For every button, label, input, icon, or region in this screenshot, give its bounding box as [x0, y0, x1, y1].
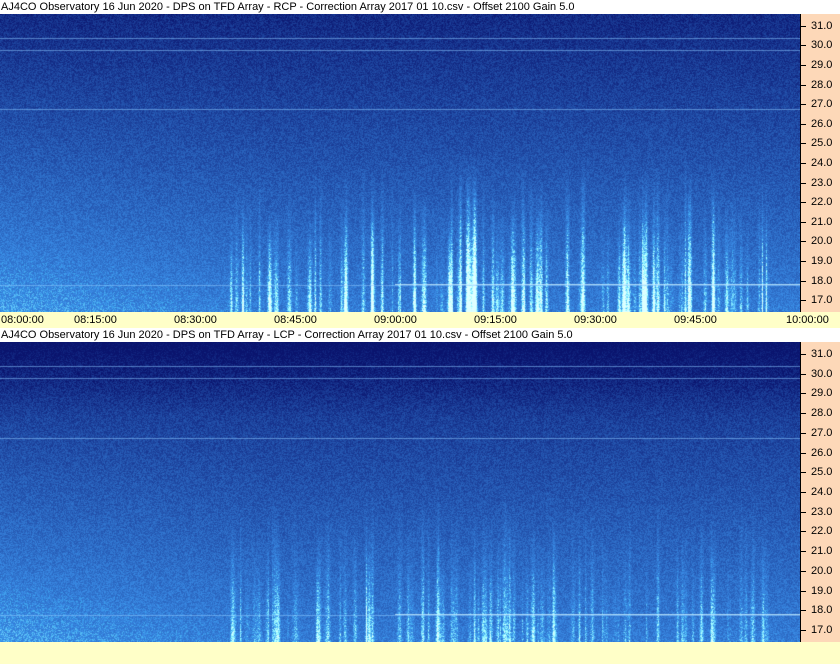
y-tick-label: 29.0	[811, 387, 833, 400]
y-tick-label: 31.0	[811, 19, 833, 32]
y-tick	[800, 182, 806, 184]
y-tick-label: 29.0	[811, 58, 833, 71]
y-tick-label: 22.0	[811, 525, 833, 538]
x-tick-label: 08:00:00	[1, 314, 44, 326]
y-tick-label: 18.0	[811, 274, 833, 287]
y-tick	[800, 531, 806, 533]
y-tick	[800, 163, 806, 164]
y-axis-rcp: 17.0 18.0 19.0 20.0 21.0 22.0 23.0 24.0 25.0 26.0…	[800, 14, 840, 312]
y-tick-label: 22.0	[811, 196, 833, 209]
y-tick-label: 19.0	[811, 255, 833, 268]
y-tick	[800, 64, 806, 66]
y-tick-label: 21.0	[811, 215, 833, 228]
y-tick-label: 27.0	[811, 98, 833, 111]
y-tick	[800, 610, 806, 612]
y-tick	[800, 630, 806, 632]
y-tick-label: 26.0	[811, 117, 833, 130]
y-tick-label: 23.0	[811, 505, 833, 518]
y-tick-label: 28.0	[811, 78, 833, 91]
y-tick-label: 18.0	[811, 604, 833, 617]
x-tick-label: 09:15:00	[474, 314, 517, 326]
panel-title-lcp: AJ4CO Observatory 16 Jun 2020 - DPS on T…	[0, 328, 840, 342]
y-tick-label: 25.0	[811, 137, 833, 150]
y-axis-lcp: 17.0 18.0 19.0 20.0 21.0 22.0 23.0 24.0 25.0 26.0…	[800, 342, 840, 642]
y-tick	[800, 84, 806, 86]
y-tick	[800, 241, 806, 243]
y-tick	[800, 373, 806, 375]
y-tick-label: 26.0	[811, 446, 833, 459]
y-tick	[800, 551, 806, 553]
y-tick	[800, 221, 806, 223]
x-tick-label: 09:45:00	[674, 314, 717, 326]
x-tick-label: 08:45:00	[274, 314, 317, 326]
y-tick	[800, 432, 806, 434]
y-tick-label: 23.0	[811, 176, 833, 189]
y-tick	[800, 280, 806, 282]
y-tick-label: 30.0	[811, 367, 833, 380]
y-tick	[800, 123, 806, 125]
spectrogram-rcp	[0, 14, 800, 312]
y-tick-label: 31.0	[811, 347, 833, 360]
y-tick-label: 24.0	[811, 486, 833, 498]
y-tick	[800, 492, 806, 493]
y-tick	[800, 261, 806, 263]
bottom-strip	[0, 642, 840, 664]
y-tick	[800, 590, 806, 592]
spectrogram-lcp	[0, 342, 800, 642]
y-tick	[800, 202, 806, 204]
y-tick-label: 20.0	[811, 235, 833, 248]
y-tick	[800, 570, 806, 572]
y-tick-label: 20.0	[811, 564, 833, 577]
y-tick-label: 21.0	[811, 545, 833, 558]
y-tick-label: 17.0	[811, 624, 833, 637]
y-tick	[800, 511, 806, 513]
y-tick-label: 28.0	[811, 407, 833, 420]
y-tick	[800, 143, 806, 145]
panel-title-rcp: AJ4CO Observatory 16 Jun 2020 - DPS on T…	[0, 0, 840, 14]
y-tick-label: 25.0	[811, 466, 833, 479]
y-tick	[800, 472, 806, 474]
y-tick-label: 19.0	[811, 584, 833, 597]
y-tick-label: 27.0	[811, 426, 833, 439]
x-axis-time: 08:00:00 08:15:00 08:30:00 08:45:00 09:00:00…	[0, 312, 840, 328]
x-tick-label: 09:30:00	[574, 314, 617, 326]
y-tick	[800, 393, 806, 395]
y-tick	[800, 452, 806, 454]
x-tick-label: 08:30:00	[174, 314, 217, 326]
y-tick	[800, 300, 806, 302]
y-tick	[800, 413, 806, 415]
y-tick	[800, 104, 806, 106]
y-tick-label: 17.0	[811, 294, 833, 307]
y-tick-label: 30.0	[811, 39, 833, 52]
x-tick-label: 08:15:00	[74, 314, 117, 326]
y-tick	[800, 25, 806, 27]
x-tick-label: 10:00:00	[786, 314, 829, 326]
y-tick	[800, 45, 806, 47]
x-tick-label: 09:00:00	[374, 314, 417, 326]
y-tick-label: 24.0	[811, 157, 833, 169]
y-tick	[800, 353, 806, 355]
